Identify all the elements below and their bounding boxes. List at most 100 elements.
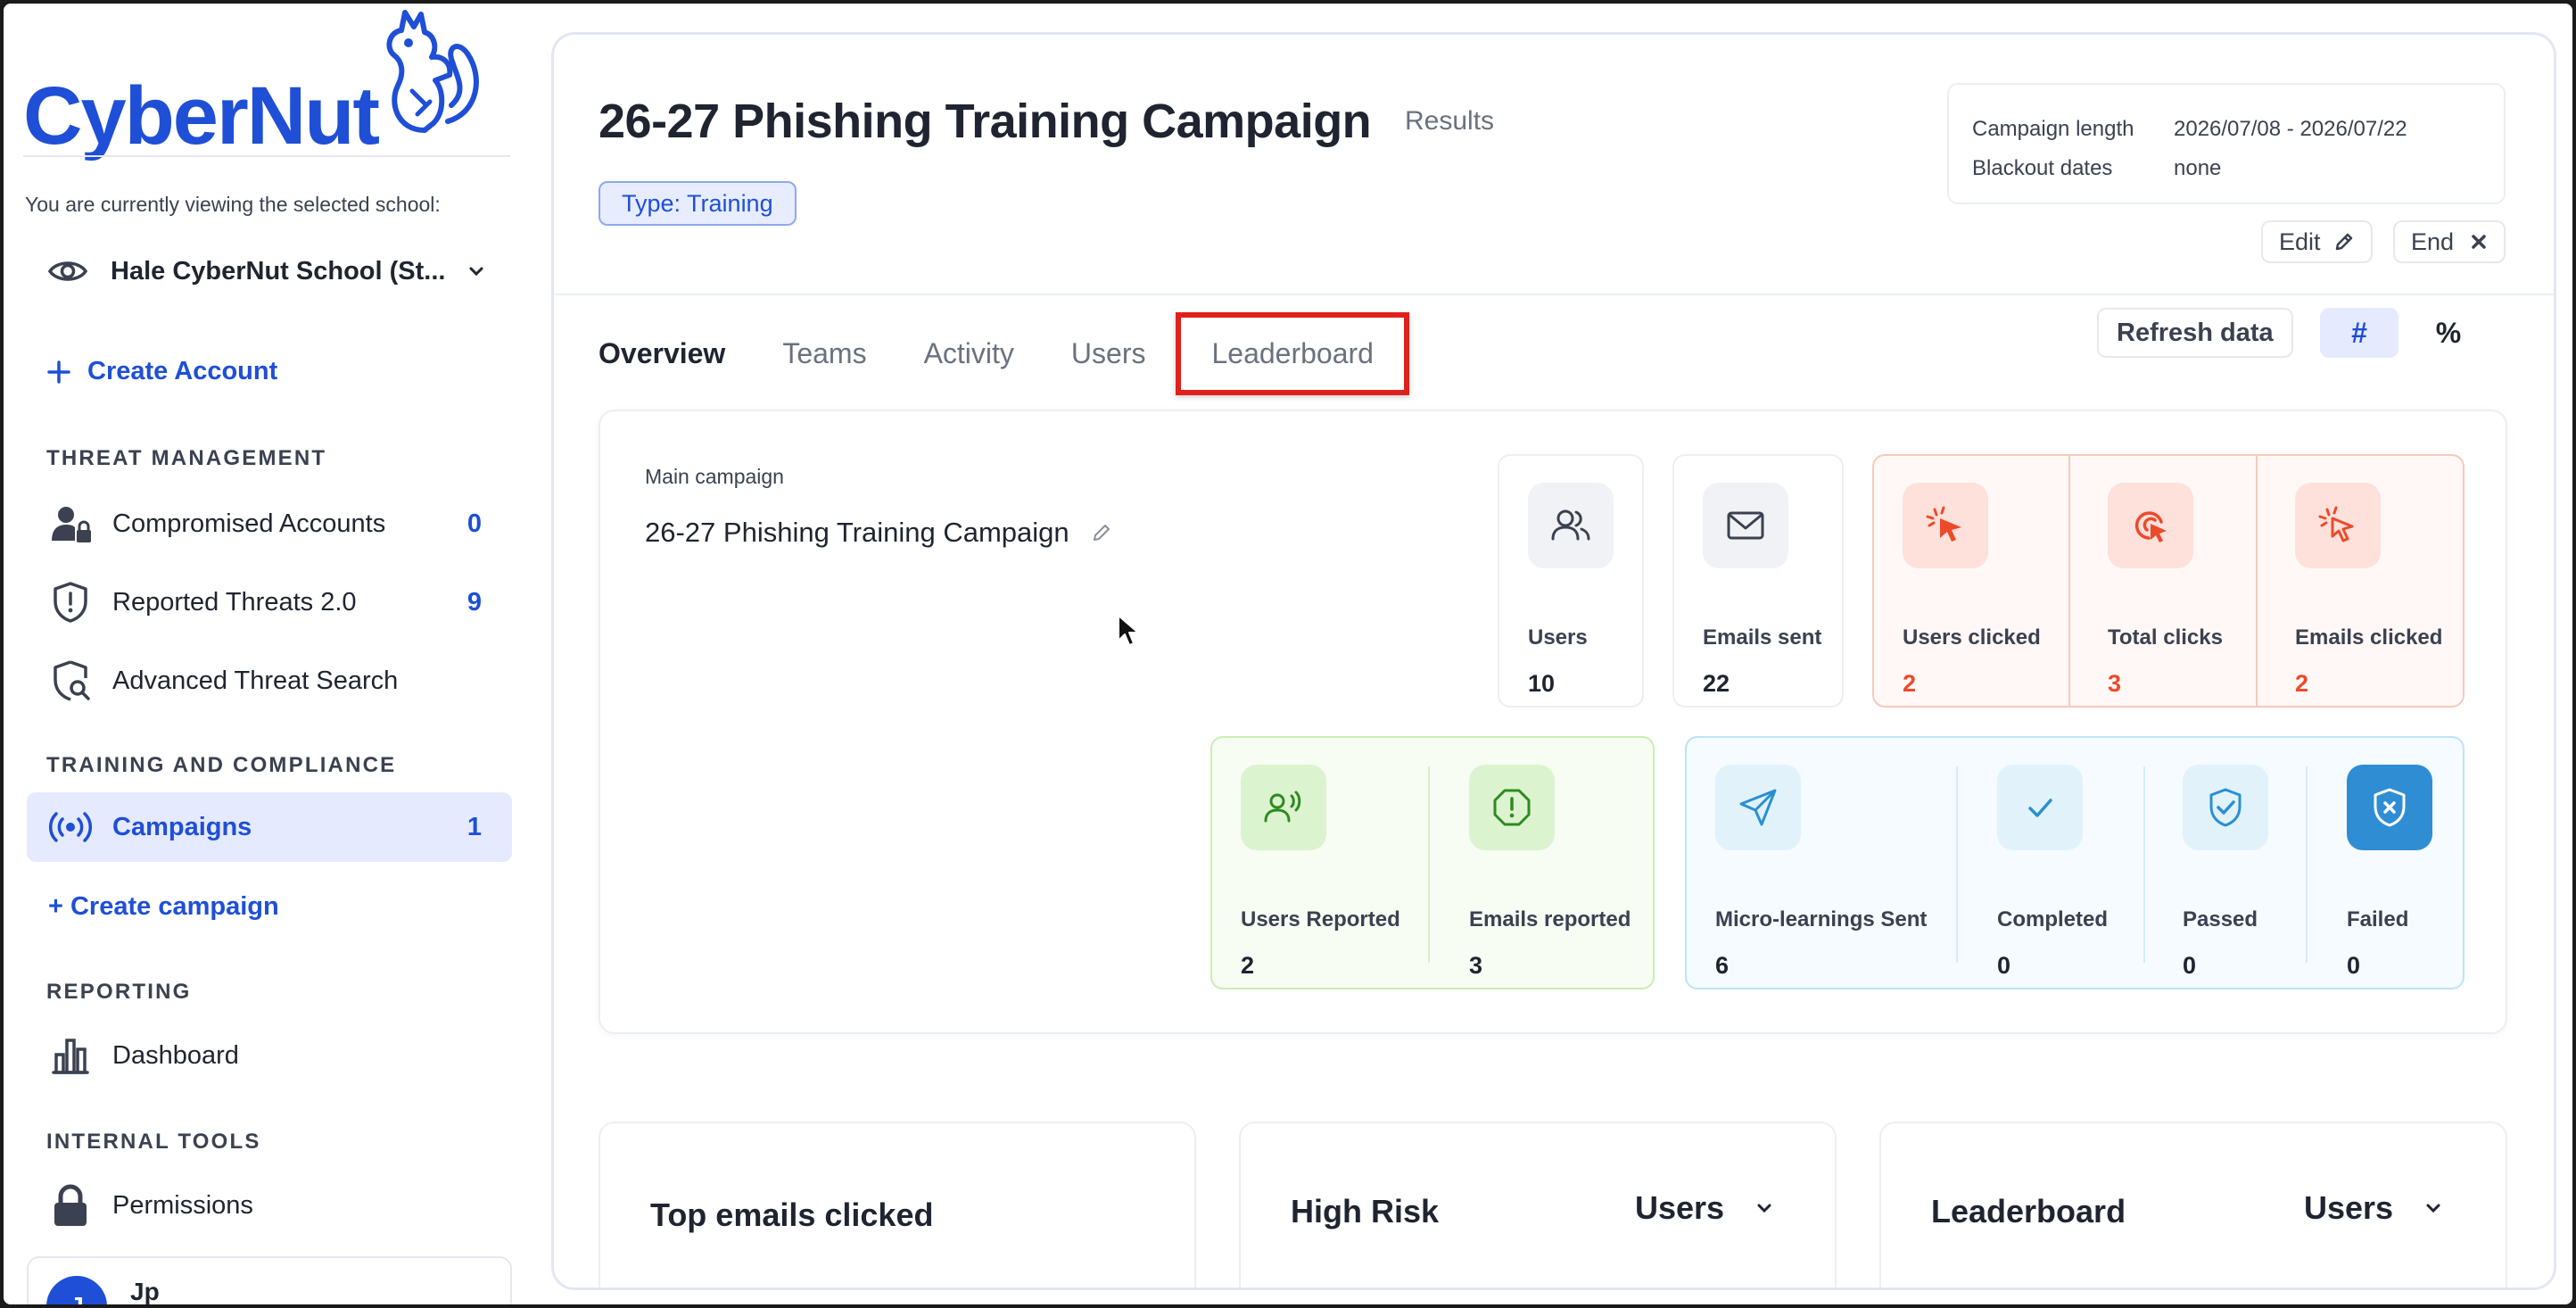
avatar: J (46, 1276, 107, 1304)
refresh-data-button[interactable]: Refresh data (2097, 308, 2293, 358)
group-divider (1956, 766, 1958, 963)
cybernut-logo[interactable]: CyberNut (23, 23, 380, 161)
section-threat-management: THREAT MANAGEMENT (46, 446, 327, 470)
create-account-label: Create Account (87, 357, 278, 385)
squirrel-logo-icon (386, 10, 479, 133)
completed-label: Completed (1997, 907, 2109, 931)
users-stat-box: Users 10 (1498, 454, 1644, 708)
dropdown-label: Users (2304, 1189, 2394, 1226)
sidebar-item-compromised-accounts[interactable]: Compromised Accounts 0 (27, 489, 512, 559)
failed-value: 0 (2347, 952, 2361, 979)
emails-sent-value: 22 (1703, 670, 1730, 697)
tab-teams[interactable]: Teams (782, 337, 866, 370)
total-clicks-value: 3 (2108, 670, 2122, 697)
group-divider (2068, 456, 2070, 706)
edit-label: Edit (2279, 228, 2321, 255)
emails-reported-label: Emails reported (1469, 907, 1631, 931)
sidebar-item-campaigns[interactable]: Campaigns 1 (27, 792, 512, 862)
shield-search-icon (48, 658, 93, 703)
emails-clicked-value: 2 (2295, 670, 2309, 697)
lock-icon (48, 1183, 93, 1228)
tab-activity[interactable]: Activity (924, 337, 1014, 370)
edit-button[interactable]: Edit (2261, 220, 2373, 263)
school-selector[interactable]: Hale CyberNut School (St... (46, 250, 486, 293)
tab-leaderboard[interactable]: Leaderboard (1176, 311, 1409, 395)
end-button[interactable]: End (2393, 220, 2506, 263)
alert-octagon-icon (1469, 765, 1555, 850)
main-campaign-name: 26-27 Phishing Training Campaign (645, 517, 1112, 549)
chevron-down-icon (1757, 1204, 1771, 1213)
group-divider (2256, 456, 2258, 706)
close-icon (2472, 235, 2486, 249)
users-clicked-stat: Users clicked 2 (1903, 483, 2041, 697)
sidebar-item-dashboard[interactable]: Dashboard (27, 1021, 512, 1090)
count-mode-toggle[interactable]: # (2320, 308, 2398, 358)
user-voice-icon (1241, 765, 1326, 850)
sidebar-item-label: Advanced Threat Search (112, 666, 399, 695)
leaderboard-title: Leaderboard (1931, 1193, 2126, 1229)
blackout-dates-key: Blackout dates (1972, 156, 2113, 180)
passed-label: Passed (2183, 907, 2258, 931)
emails-clicked-stat: Emails clicked 2 (2295, 483, 2442, 697)
users-clicked-label: Users clicked (1903, 625, 2041, 650)
eye-icon (47, 261, 88, 281)
sidebar-item-reported-threats[interactable]: Reported Threats 2.0 9 (27, 567, 512, 637)
group-divider (1428, 766, 1430, 963)
type-badge: Type: Training (599, 181, 797, 226)
emails-sent-stat-box: Emails sent 22 (1672, 454, 1844, 708)
section-training-and-compliance: TRAINING AND COMPLIANCE (46, 753, 397, 777)
users-reported-value: 2 (1241, 952, 1255, 979)
logo-text: CyberNut (23, 70, 380, 161)
target-click-icon (2108, 483, 2193, 568)
logo-divider (23, 155, 510, 157)
tab-overview[interactable]: Overview (599, 337, 725, 370)
tab-bar: Overview Teams Activity Users Leaderboar… (599, 311, 1466, 395)
main-content: 26-27 Phishing Training Campaign Results… (551, 32, 2556, 1290)
create-campaign-link[interactable]: + Create campaign (48, 892, 279, 922)
high-risk-title: High Risk (1291, 1193, 1440, 1229)
sidebar-item-count: 0 (466, 509, 482, 538)
failed-label: Failed (2347, 907, 2409, 931)
users-value: 10 (1528, 670, 1556, 697)
passed-stat: Passed 0 (2183, 765, 2268, 979)
main-campaign-label: Main campaign (645, 465, 784, 488)
cursor-sparkle-icon (2295, 483, 2381, 568)
pencil-icon (2335, 233, 2352, 251)
sidebar-item-label: Compromised Accounts (112, 509, 386, 538)
emails-reported-value: 3 (1469, 952, 1483, 979)
sidebar: CyberNut You are currently viewing the s… (4, 4, 530, 1304)
campaign-length-value: 2026/07/08 - 2026/07/22 (2174, 117, 2407, 141)
user-profile-card[interactable]: J Jp (27, 1256, 512, 1304)
high-risk-users-dropdown[interactable]: Users (1635, 1189, 1774, 1227)
percent-mode-toggle[interactable]: % (2422, 308, 2475, 358)
sidebar-item-advanced-threat-search[interactable]: Advanced Threat Search (27, 646, 512, 716)
header-divider (554, 294, 2554, 295)
envelope-icon (1703, 483, 1788, 568)
dropdown-label: Users (1635, 1189, 1725, 1226)
campaign-summary-card: Main campaign 26-27 Phishing Training Ca… (599, 410, 2507, 1034)
page-title: 26-27 Phishing Training Campaign (599, 95, 1372, 148)
users-clicked-value: 2 (1903, 670, 1917, 697)
users-stat: Users 10 (1528, 483, 1614, 697)
section-internal-tools: INTERNAL TOOLS (46, 1130, 261, 1154)
leaderboard-users-dropdown[interactable]: Users (2304, 1189, 2443, 1227)
plus-icon (47, 360, 70, 384)
high-risk-card: High Risk Users (1239, 1122, 1837, 1287)
user-name: Jp (130, 1278, 160, 1304)
sidebar-item-count: 9 (466, 587, 482, 617)
micro-learning-stat-group: Micro-learnings Sent 6 Completed 0 Passe… (1685, 736, 2465, 989)
user-lock-icon (48, 501, 93, 546)
top-emails-clicked-title: Top emails clicked (650, 1196, 934, 1233)
completed-value: 0 (1997, 952, 2011, 979)
tab-users[interactable]: Users (1071, 337, 1146, 370)
completed-stat: Completed 0 (1997, 765, 2108, 979)
failed-stat: Failed 0 (2347, 765, 2432, 979)
users-reported-stat: Users Reported 2 (1241, 765, 1400, 979)
total-clicks-stat: Total clicks 3 (2108, 483, 2223, 697)
sidebar-item-permissions[interactable]: Permissions (27, 1171, 512, 1240)
users-reported-label: Users Reported (1241, 907, 1400, 931)
sidebar-item-label: Campaigns (112, 812, 252, 841)
main-campaign-name-text: 26-27 Phishing Training Campaign (645, 517, 1069, 548)
pencil-icon[interactable] (1091, 522, 1112, 543)
create-account-link[interactable]: Create Account (46, 357, 277, 386)
